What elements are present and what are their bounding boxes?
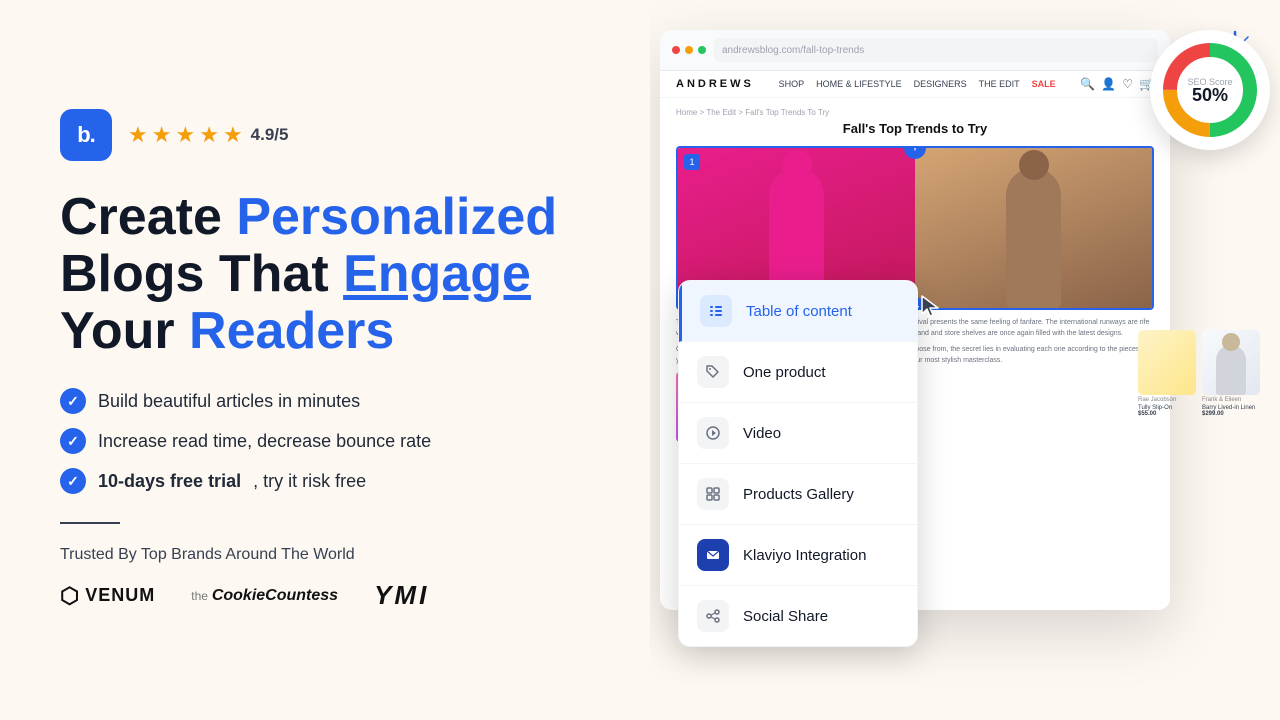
play-icon [697,417,729,449]
search-icon: 🔍 [1080,77,1095,91]
menu-item-table-of-content[interactable]: Table of content [679,281,917,342]
star-rating: ★ ★ ★ ★ ★ 4.9/5 [128,122,288,148]
blog-logo: ANDREWS [676,78,754,90]
nav-home: HOME & LIFESTYLE [816,79,902,89]
browser-url-bar[interactable]: andrewsblog.com/fall-top-trends [714,38,1158,62]
nav-sale: SALE [1032,79,1056,89]
feature-2-text: Increase read time, decrease bounce rate [98,431,431,452]
product-item-1: Rae Jacobson Tully Slip-On $55.00 [1138,330,1196,417]
menu-label-one-product: One product [743,364,826,381]
product-img-1 [1138,330,1196,395]
grid-icon [697,478,729,510]
check-icon-2 [60,428,86,454]
feature-2: Increase read time, decrease bounce rate [60,428,590,454]
browser-bar: andrewsblog.com/fall-top-trends [660,30,1170,71]
product-item-2: Frank & Eileen Barry Lived-in Linen $299… [1202,330,1260,417]
product-price-2: $299.00 [1202,411,1260,417]
feature-1: Build beautiful articles in minutes [60,388,590,414]
venum-logo: ⬡ VENUM [60,583,155,609]
menu-label-klaviyo: Klaviyo Integration [743,547,866,564]
breadcrumb: Home > The Edit > Fall's Top Trends To T… [676,108,1154,117]
menu-item-products-gallery[interactable]: Products Gallery [679,464,917,525]
headline-create: Create [60,188,236,246]
brand-logos: ⬡ VENUM the CookieCountess YMI [60,580,590,611]
feature-3-after: , try it risk free [253,471,366,492]
check-icon-3 [60,468,86,494]
menu-label-video: Video [743,425,781,442]
seo-donut-chart: SEO Score 50% [1155,35,1265,145]
product-thumbnails: Rae Jacobson Tully Slip-On $55.00 Frank … [1138,330,1260,417]
app-logo: b. [60,109,112,161]
nav-shop: SHOP [779,79,805,89]
menu-label-products-gallery: Products Gallery [743,486,854,503]
star-4: ★ [199,122,219,148]
star-2: ★ [152,122,172,148]
nav-edit: THE EDIT [979,79,1020,89]
tag-icon [697,356,729,388]
menu-item-klaviyo[interactable]: Klaviyo Integration [679,525,917,586]
dot-minimize [685,46,693,54]
features-list: Build beautiful articles in minutes Incr… [60,388,590,494]
trusted-label: Trusted By Top Brands Around The World [60,546,590,564]
right-panel: andrewsblog.com/fall-top-trends ANDREWS … [650,0,1280,720]
ymi-logo: YMI [374,580,429,611]
rating-score: 4.9/5 [251,125,289,145]
section-divider [60,522,120,524]
menu-item-one-product[interactable]: One product [679,342,917,403]
browser-dots [672,46,706,54]
headline-readers: Readers [189,302,394,360]
headline-your: Your [60,302,189,360]
wishlist-icon: ♡ [1122,77,1133,91]
feature-3: 10-days free trial , try it risk free [60,468,590,494]
dropdown-menu: Table of content One product Video [678,280,918,647]
left-panel: b. ★ ★ ★ ★ ★ 4.9/5 Create Personalized B… [0,0,650,720]
dot-maximize [698,46,706,54]
feature-3-bold: 10-days free trial [98,471,241,492]
cookie-countess-logo: the CookieCountess [191,587,338,605]
venum-text: VENUM [85,585,155,606]
star-1: ★ [128,122,148,148]
menu-item-video[interactable]: Video [679,403,917,464]
mail-icon [697,539,729,571]
menu-label-social-share: Social Share [743,608,828,625]
headline: Create Personalized Blogs That Engage Yo… [60,189,590,361]
headline-blogs-that: Blogs That [60,245,343,303]
check-icon-1 [60,388,86,414]
share-icon [697,600,729,632]
image-number: 1 [684,154,700,170]
logo-rating-row: b. ★ ★ ★ ★ ★ 4.9/5 [60,109,590,161]
blog-header-icons: 🔍 👤 ♡ 🛒 [1080,77,1154,91]
headline-personalized: Personalized [236,188,557,246]
nav-designers: DESIGNERS [914,79,967,89]
star-5: ★ [223,122,243,148]
hero-img-right [915,148,1152,308]
feature-1-text: Build beautiful articles in minutes [98,391,360,412]
person-figure-brown [1006,168,1061,308]
list-icon [700,295,732,327]
browser-url-text: andrewsblog.com/fall-top-trends [722,45,864,56]
menu-label-table-of-content: Table of content [746,303,852,320]
blog-header: ANDREWS SHOP HOME & LIFESTYLE DESIGNERS … [660,71,1170,98]
product-img-2 [1202,330,1260,395]
product-brand-1: Rae Jacobson [1138,397,1196,403]
seo-score-widget: SEO Score 50% [1150,30,1270,150]
product-price-1: $55.00 [1138,411,1196,417]
blog-nav: SHOP HOME & LIFESTYLE DESIGNERS THE EDIT… [779,79,1056,89]
product-row-top: Rae Jacobson Tully Slip-On $55.00 Frank … [1138,330,1260,417]
dot-close [672,46,680,54]
account-icon: 👤 [1101,77,1116,91]
blog-post-title: Fall's Top Trends to Try [676,121,1154,136]
product-brand-2: Frank & Eileen [1202,397,1260,403]
svg-text:50%: 50% [1192,85,1228,105]
star-3: ★ [175,122,195,148]
headline-engage: Engage [343,245,531,303]
menu-item-social-share[interactable]: Social Share [679,586,917,646]
